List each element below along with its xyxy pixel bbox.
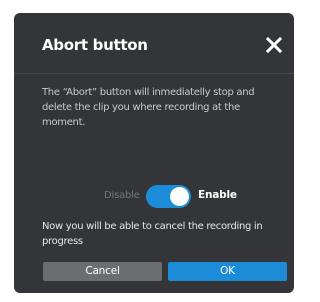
toggle-knob — [170, 187, 189, 206]
abort-toggle-row: Disable Enable — [14, 184, 294, 208]
abort-toggle-switch[interactable] — [146, 185, 191, 208]
toggle-info-text: Now you will be able to cancel the recor… — [42, 221, 263, 247]
close-button[interactable] — [260, 31, 288, 59]
toggle-enable-label[interactable]: Enable — [198, 189, 237, 201]
cancel-button[interactable]: Cancel — [43, 262, 162, 281]
dialog-description: The “Abort” button will inmediatelly sto… — [42, 87, 255, 128]
dialog-title: Abort button — [42, 36, 148, 54]
toggle-disable-label[interactable]: Disable — [104, 190, 140, 201]
close-icon — [265, 36, 283, 54]
abort-button-dialog: Abort button The “Abort” button will inm… — [14, 13, 294, 293]
header-divider — [14, 73, 294, 74]
ok-button[interactable]: OK — [168, 262, 287, 281]
